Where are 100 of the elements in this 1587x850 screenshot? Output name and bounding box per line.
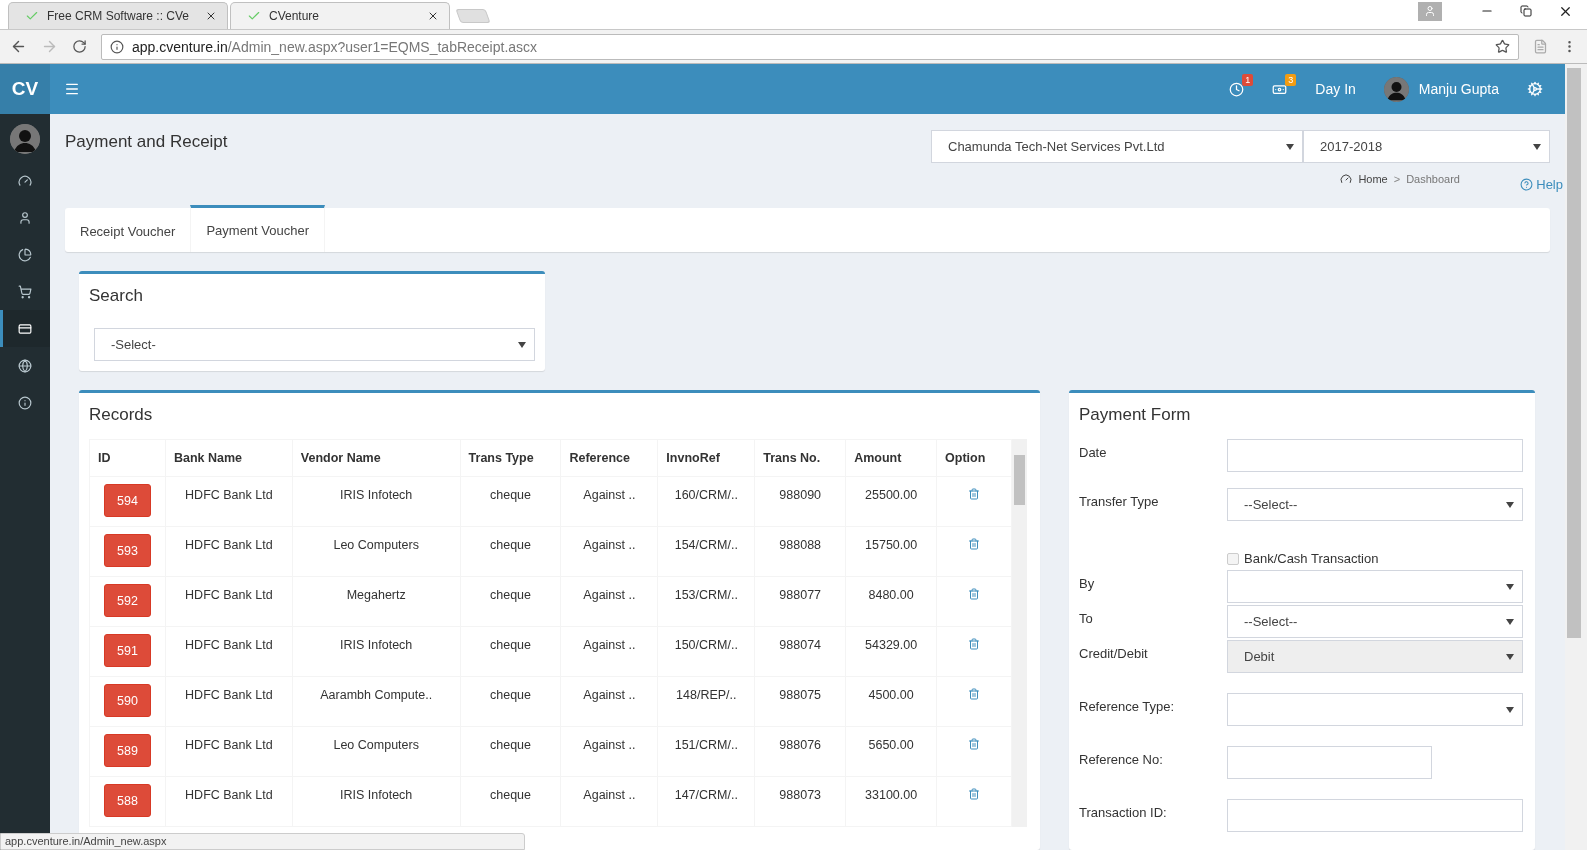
id-button[interactable]: 589 [103,734,151,767]
table-cell: cheque [460,526,561,577]
column-header: ID [89,439,166,477]
table-cell: Against .. [560,476,658,527]
document-icon[interactable] [1533,39,1548,54]
star-icon[interactable] [1495,39,1510,54]
day-in-link[interactable]: Day In [1315,81,1356,97]
cart-icon [18,284,32,299]
field-label: Reference No: [1079,751,1164,769]
column-header: Bank Name [165,439,293,477]
profile-button[interactable] [1418,1,1442,21]
table-cell: 147/CRM/.. [657,776,755,827]
table-cell: Megahertz [292,576,461,627]
card-title: Payment Form [1078,404,1192,426]
company-select[interactable]: Chamunda Tech-Net Services Pvt.Ltd [931,130,1303,163]
table-cell: cheque [460,476,561,527]
menu-icon[interactable] [64,81,80,97]
page-scrollbar[interactable] [1565,64,1587,850]
browser-tab[interactable]: CVenture [230,2,450,29]
table-cell: 5650.00 [845,726,937,777]
table-cell: HDFC Bank Ltd [165,526,293,577]
table-cell: Aarambh Compute.. [292,676,461,727]
logo[interactable]: CV [0,64,50,114]
delete-icon[interactable] [968,538,980,550]
id-button[interactable]: 593 [103,534,151,567]
delete-icon[interactable] [968,588,980,600]
address-bar[interactable]: app.cventure.in/Admin_new.aspx?user1=EQMS_tabReceipt.ascx [101,33,1519,60]
clock-icon[interactable] [1229,81,1245,97]
reload-icon[interactable] [72,39,87,54]
user-name[interactable]: Manju Gupta [1418,81,1499,97]
select-field[interactable] [1227,570,1523,603]
table-cell: HDFC Bank Ltd [165,676,293,727]
field-label: To [1079,610,1094,628]
table-cell: IRIS Infotech [292,626,461,677]
caret-icon [518,341,526,348]
table-cell: 15750.00 [845,526,937,577]
close-icon[interactable] [205,10,217,22]
caret-icon [1286,143,1294,150]
browser-tab[interactable]: Free CRM Software :: CVe [8,2,228,29]
table-cell: Against .. [560,676,658,727]
restore-icon[interactable] [1520,5,1532,17]
year-select[interactable]: 2017-2018 [1303,130,1550,163]
close-icon[interactable] [427,10,439,22]
input-field[interactable] [1227,439,1523,472]
user-icon [18,210,32,225]
settings-icon[interactable] [1527,81,1543,97]
delete-icon[interactable] [968,738,980,750]
input-field[interactable] [1227,799,1523,832]
table-cell: cheque [460,626,561,677]
select-field[interactable] [1227,693,1523,726]
notification-badge: 3 [1285,73,1297,86]
status-url: app.cventure.in/Admin_new.aspx [0,833,525,850]
caret-icon [1506,706,1514,713]
table-cell: Against .. [560,726,658,777]
breadcrumb-link[interactable]: Home [1358,173,1388,185]
id-button[interactable]: 588 [103,784,151,817]
table-cell: cheque [460,776,561,827]
table-cell: HDFC Bank Ltd [165,726,293,777]
table-cell: cheque [460,576,561,627]
field-label: Reference Type: [1079,698,1176,716]
select-field[interactable]: --Select-- [1227,488,1523,521]
table-cell: 988073 [754,776,846,827]
card-title: Search [88,285,144,307]
info-icon [18,395,32,410]
column-header: Trans Type [460,439,561,477]
id-button[interactable]: 591 [103,634,151,667]
caret-icon [1506,583,1514,590]
tab[interactable]: Payment Voucher [190,205,326,252]
gauge-icon [1340,173,1353,185]
sidebar-item[interactable] [0,310,50,347]
tab[interactable]: Receipt Voucher [65,208,191,252]
search-select[interactable]: -Select- [94,328,535,361]
table-cell: Against .. [560,526,658,577]
input-field[interactable] [1227,746,1432,779]
table-cell: Leo Computers [292,526,461,577]
table-cell: IRIS Infotech [292,476,461,527]
scrollbar[interactable] [1012,439,1027,827]
card-title: Records [88,404,154,426]
delete-icon[interactable] [968,688,980,700]
table-cell: 8480.00 [845,576,937,627]
caret-icon [1506,653,1514,660]
checkbox-label[interactable]: Bank/Cash Transaction [1227,551,1523,566]
back-icon[interactable] [10,38,27,55]
table-cell: Against .. [560,776,658,827]
check-icon [247,9,261,23]
id-button[interactable]: 590 [103,684,151,717]
column-header: Vendor Name [292,439,461,477]
delete-icon[interactable] [968,638,980,650]
select-field[interactable]: --Select-- [1227,605,1523,638]
table-cell: 153/CRM/.. [657,576,755,627]
table-cell: HDFC Bank Ltd [165,576,293,627]
column-header: Option [936,439,1012,477]
info-icon [110,39,124,54]
delete-icon[interactable] [968,788,980,800]
column-header: InvnoRef [657,439,755,477]
user-avatar [1383,76,1409,102]
delete-icon[interactable] [968,488,980,500]
credit-card-icon [18,321,32,336]
id-button[interactable]: 594 [103,484,151,517]
id-button[interactable]: 592 [103,584,151,617]
